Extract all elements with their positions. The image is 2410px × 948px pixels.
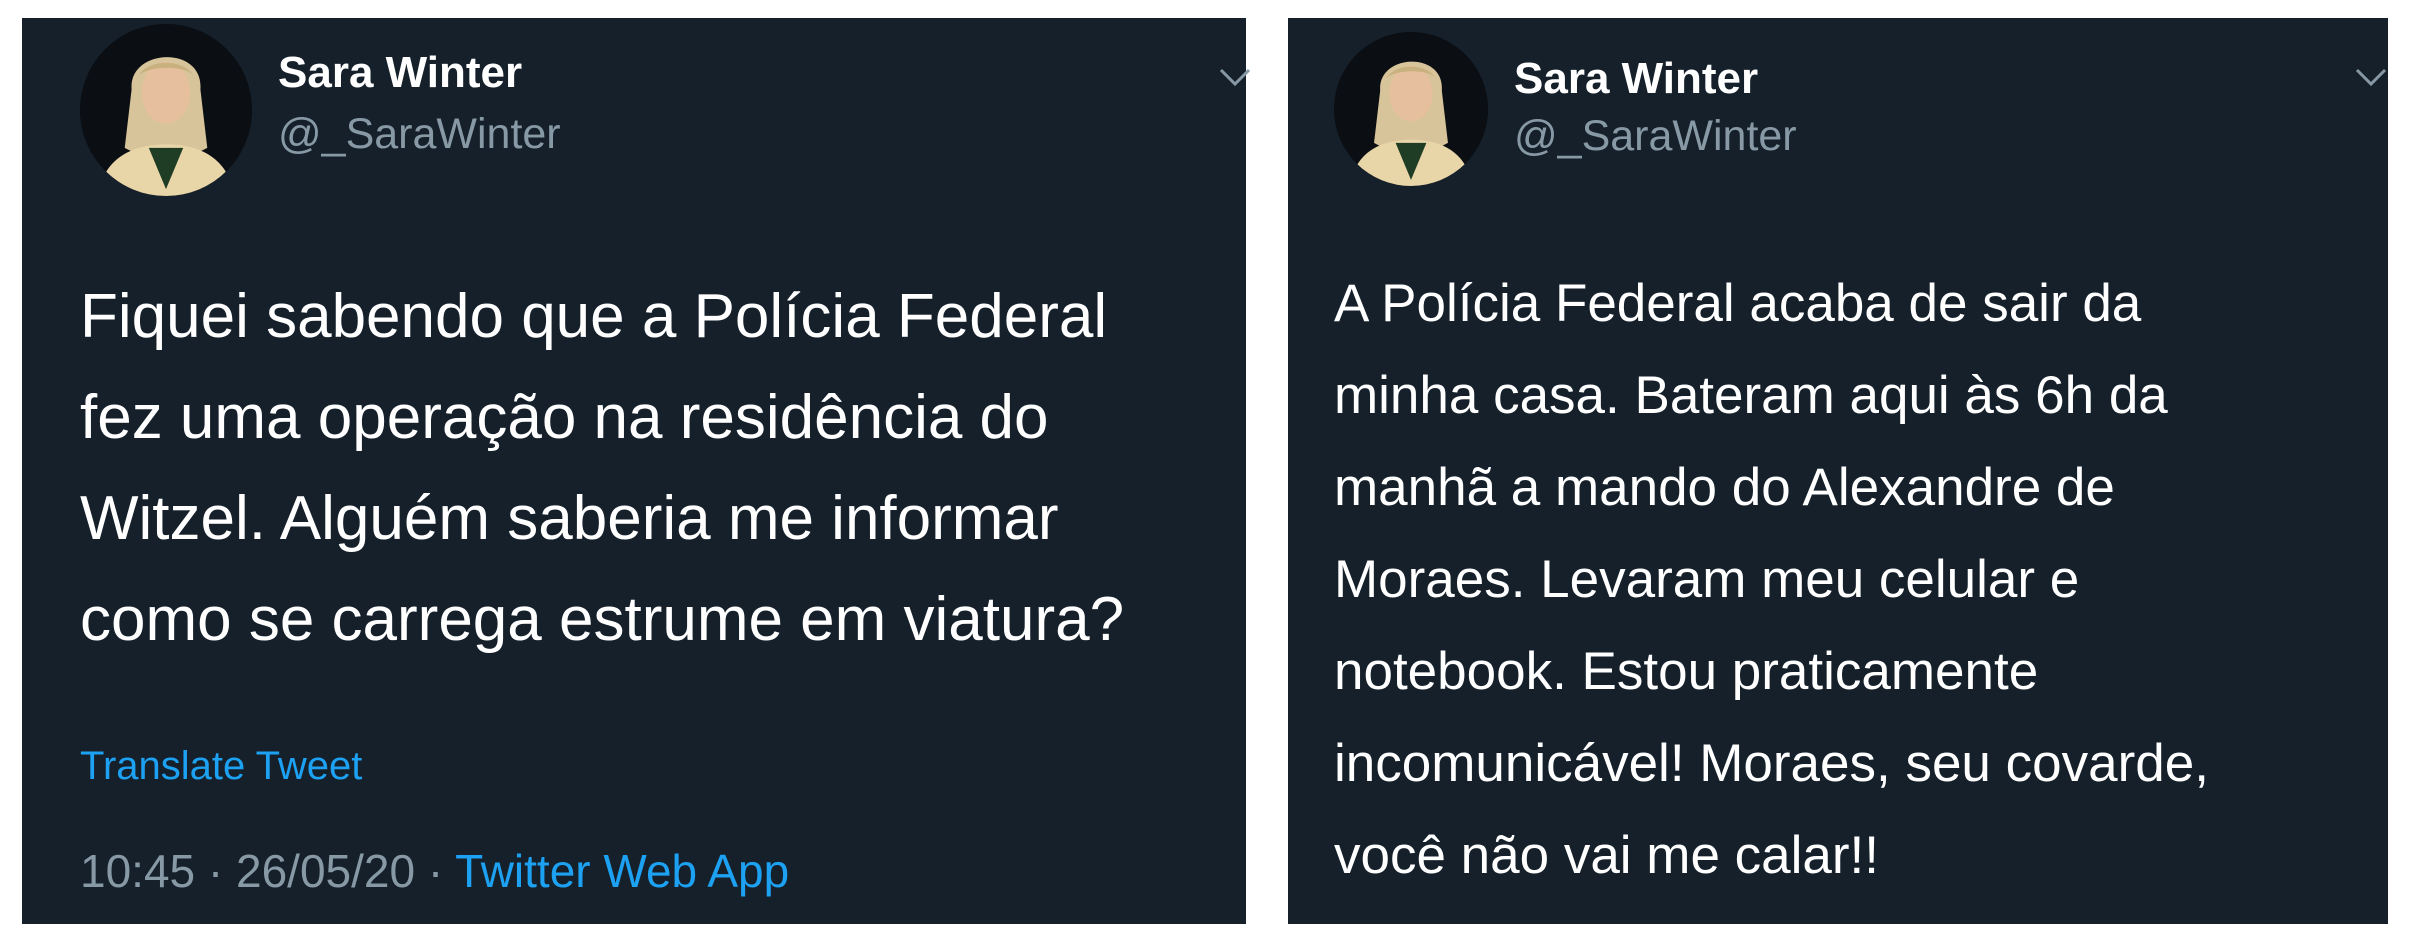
tweet-text-line: minha casa. Bateram aqui às 6h da (1334, 366, 2168, 425)
tweet-text-line: incomunicável! Moraes, seu covarde, (1334, 734, 2209, 793)
tweet-text: Fiquei sabendo que a Polícia Federal fez… (80, 266, 1124, 670)
tweet-text: A Polícia Federal acaba de sair da minha… (1334, 258, 2209, 902)
meta-separator: · (427, 845, 444, 897)
avatar-photo-icon (1334, 32, 1488, 186)
chevron-down-icon[interactable] (2354, 66, 2388, 88)
author-handle[interactable]: @_SaraWinter (278, 110, 561, 159)
author-display-name[interactable]: Sara Winter (278, 48, 522, 98)
tweet-card-2: Sara Winter @_SaraWinter A Polícia Feder… (1288, 18, 2388, 924)
tweet-text-line: notebook. Estou praticamente (1334, 642, 2039, 701)
tweet-time[interactable]: 10:45 (80, 845, 195, 897)
author-display-name[interactable]: Sara Winter (1514, 54, 1758, 104)
tweet-text-line: você não vai me calar!! (1334, 826, 1879, 885)
meta-separator: · (207, 845, 224, 897)
tweet-metadata: 10:45 · 26/05/20 · Twitter Web App (80, 844, 789, 898)
translate-tweet-link[interactable]: Translate Tweet (80, 744, 362, 789)
tweet-text-line: A Polícia Federal acaba de sair da (1334, 274, 2142, 333)
chevron-down-icon[interactable] (1218, 66, 1252, 88)
tweet-text-line: manhã a mando do Alexandre de (1334, 458, 2115, 517)
avatar[interactable] (1334, 32, 1488, 186)
avatar[interactable] (80, 24, 252, 196)
tweet-text-line: como se carrega estrume em viatura? (80, 585, 1125, 654)
author-handle[interactable]: @_SaraWinter (1514, 112, 1797, 161)
tweet-text-line: Fiquei sabendo que a Polícia Federal (80, 282, 1108, 351)
tweet-source-link[interactable]: Twitter Web App (455, 845, 789, 897)
tweet-card-1: Sara Winter @_SaraWinter Fiquei sabendo … (22, 18, 1251, 924)
tweet-text-line: Moraes. Levaram meu celular e (1334, 550, 2080, 609)
tweet-date[interactable]: 26/05/20 (236, 845, 415, 897)
tweet-text-line: fez uma operação na residência do (80, 383, 1049, 452)
avatar-photo-icon (80, 24, 252, 196)
tweet-text-line: Witzel. Alguém saberia me informar (80, 484, 1059, 553)
